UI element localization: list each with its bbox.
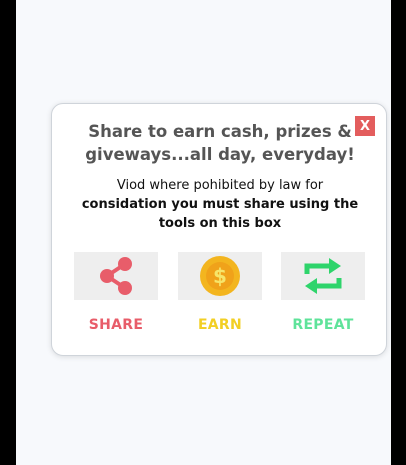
repeat-button[interactable] xyxy=(281,252,365,300)
repeat-icon xyxy=(304,258,342,294)
svg-text:$: $ xyxy=(213,264,227,288)
share-icon xyxy=(100,257,132,295)
repeat-label: REPEAT xyxy=(292,317,354,333)
app-screen: X Share to earn cash, prizes & giveways.… xyxy=(16,0,391,465)
description-line: Viod where pohibited by law for xyxy=(116,178,324,193)
earn-button[interactable]: $ xyxy=(178,252,262,300)
modal-description: Viod where pohibited by law for considat… xyxy=(62,176,378,233)
share-modal: X Share to earn cash, prizes & giveways.… xyxy=(51,103,387,356)
share-button[interactable] xyxy=(74,252,158,300)
close-button[interactable]: X xyxy=(355,116,375,136)
description-bold-text: considation you must share using the too… xyxy=(81,197,359,231)
share-label: SHARE xyxy=(88,317,144,333)
coin-icon: $ xyxy=(200,256,240,296)
earn-label: EARN xyxy=(197,317,243,333)
modal-title: Share to earn cash, prizes & giveways...… xyxy=(85,122,355,164)
